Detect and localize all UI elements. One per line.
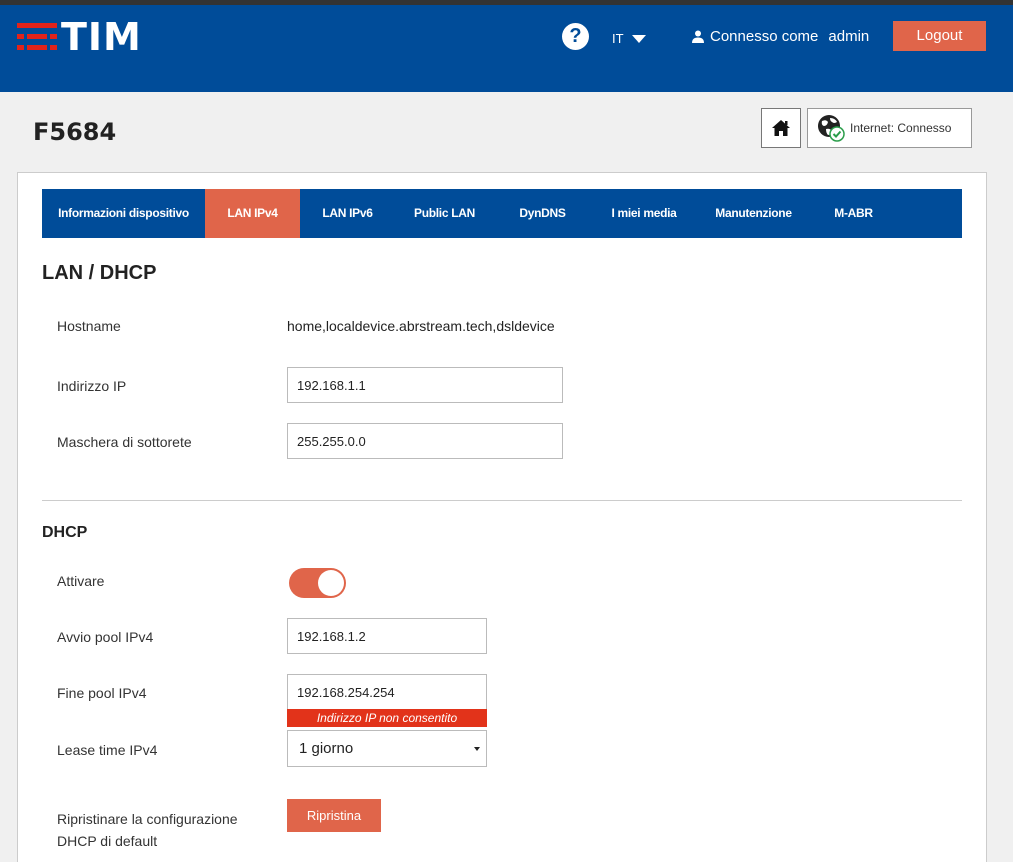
tab-dyndns[interactable]: DynDNS	[494, 189, 591, 238]
internet-status-box: Internet: Connesso	[807, 108, 972, 148]
dhcp-enable-toggle[interactable]	[289, 568, 346, 598]
subnet-mask-input[interactable]	[287, 423, 563, 459]
reset-dhcp-label-line2: DHCP di default	[57, 833, 158, 849]
reset-dhcp-button[interactable]: Ripristina	[287, 799, 381, 832]
user-info: Connesso come admin	[692, 28, 869, 45]
logout-button[interactable]: Logout	[893, 21, 986, 51]
globe-check-icon	[818, 115, 845, 142]
help-icon[interactable]: ?	[562, 23, 589, 50]
language-selector[interactable]: IT	[612, 31, 646, 46]
dhcp-enable-label: Attivare	[57, 573, 105, 589]
pool-end-label: Fine pool IPv4	[57, 685, 147, 701]
tim-logo-icon	[17, 21, 57, 53]
tab-lan-ipv6[interactable]: LAN IPv6	[300, 189, 395, 238]
tim-logo[interactable]: TIM	[17, 15, 142, 59]
home-button[interactable]	[761, 108, 801, 148]
reset-dhcp-label-line1: Ripristinare la configurazione	[57, 811, 238, 827]
internet-label: Internet:	[850, 121, 895, 135]
lease-time-value: 1 giorno	[299, 740, 354, 757]
chevron-down-icon	[474, 747, 480, 751]
tab-bar: Informazioni dispositivo LAN IPv4 LAN IP…	[42, 189, 962, 238]
toggle-knob	[318, 570, 344, 596]
lease-time-select[interactable]: 1 giorno	[287, 730, 487, 767]
header: TIM ? IT Connesso come admin Logout	[0, 5, 1013, 92]
tab-public-lan[interactable]: Public LAN	[395, 189, 494, 238]
connected-as-label: Connesso come	[710, 28, 819, 45]
user-icon	[692, 30, 704, 43]
home-icon	[772, 120, 790, 136]
lease-time-label: Lease time IPv4	[57, 742, 158, 758]
ip-address-input[interactable]	[287, 367, 563, 403]
tab-informazioni-dispositivo[interactable]: Informazioni dispositivo	[42, 189, 205, 238]
language-value: IT	[612, 31, 624, 46]
section-divider	[42, 500, 962, 501]
tab-lan-ipv4[interactable]: LAN IPv4	[205, 189, 300, 238]
pool-end-error-message: Indirizzo IP non consentito	[287, 709, 487, 727]
pool-start-label: Avvio pool IPv4	[57, 629, 154, 645]
username: admin	[828, 28, 870, 45]
tab-manutenzione[interactable]: Manutenzione	[697, 189, 810, 238]
section-heading-dhcp: DHCP	[42, 524, 88, 541]
section-heading-lan-dhcp: LAN / DHCP	[42, 262, 157, 284]
page-title: F5684	[33, 118, 117, 146]
hostname-value: home,localdevice.abrstream.tech,dsldevic…	[287, 318, 555, 334]
tab-m-abr[interactable]: M-ABR	[810, 189, 897, 238]
pool-end-input[interactable]	[287, 674, 487, 710]
pool-start-input[interactable]	[287, 618, 487, 654]
hostname-label: Hostname	[57, 318, 121, 334]
logo-text: TIM	[61, 15, 142, 59]
tab-i-miei-media[interactable]: I miei media	[591, 189, 697, 238]
subnet-mask-label: Maschera di sottorete	[57, 434, 192, 450]
ip-address-label: Indirizzo IP	[57, 378, 127, 394]
internet-status: Connesso	[897, 121, 952, 135]
content-panel: Informazioni dispositivo LAN IPv4 LAN IP…	[17, 172, 987, 862]
caret-down-icon	[631, 34, 646, 43]
